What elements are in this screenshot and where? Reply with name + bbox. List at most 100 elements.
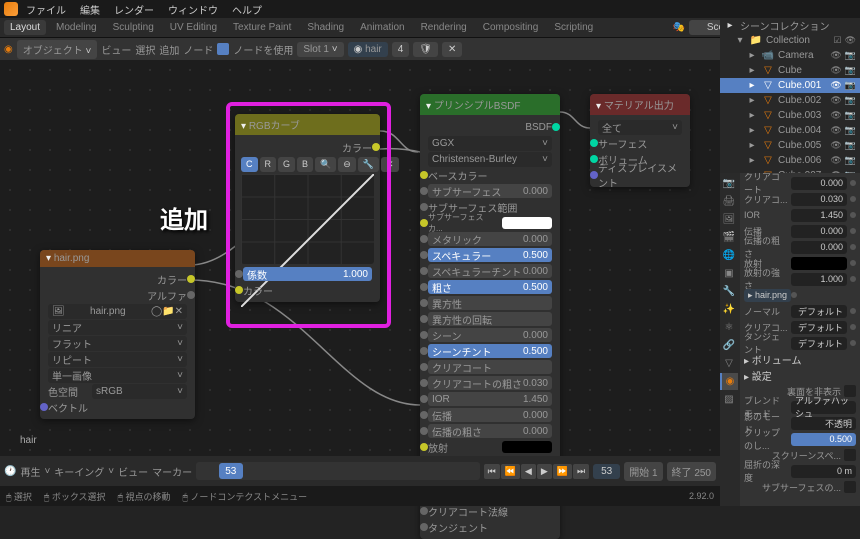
ptab-constraint[interactable]: 🔗 <box>720 337 738 354</box>
menu-window[interactable]: ウィンドウ <box>162 0 224 19</box>
bsdf-prop[interactable]: サブサーフェスカ... <box>424 215 556 231</box>
tab-layout[interactable]: Layout <box>4 20 46 35</box>
tab-animation[interactable]: Animation <box>354 20 410 35</box>
ptab-material[interactable]: ◉ <box>720 373 738 390</box>
mat-users[interactable]: 4 <box>392 42 410 57</box>
tab-modeling[interactable]: Modeling <box>50 20 103 35</box>
slot-dropdown[interactable]: Slot 1 ˅ <box>297 42 343 57</box>
proj-dropdown[interactable]: フラット˅ <box>48 336 187 351</box>
property-section[interactable]: ▸ 設定 <box>742 367 858 383</box>
ptab-world[interactable]: 🌐 <box>720 247 738 264</box>
property-row[interactable]: クリアコート 0.000 <box>742 175 858 191</box>
outliner-collection[interactable]: Collection <box>766 35 810 46</box>
ptab-physics[interactable]: ⚛ <box>720 319 738 336</box>
curve-tab-g[interactable]: G <box>278 157 295 172</box>
bsdf-prop[interactable]: 異方性 <box>424 295 556 311</box>
outliner-item[interactable]: ▸▽Cube.004👁📷 <box>720 123 860 138</box>
outliner-item[interactable]: ▸▽Cube👁📷 <box>720 63 860 78</box>
bsdf-prop[interactable]: シーン0.000 <box>424 327 556 343</box>
outliner-item[interactable]: ▸▽Cube.005👁📷 <box>720 138 860 153</box>
image-texture-node[interactable]: ▾ hair.png カラー アルファ 🖼 hair.png ◯📁✕ リニア˅ … <box>40 250 195 419</box>
property-section[interactable]: ▸ ボリューム <box>742 351 858 367</box>
ptab-output[interactable]: 🖨 <box>720 193 738 210</box>
bsdf-prop[interactable]: 伝播0.000 <box>424 407 556 423</box>
bsdf-prop[interactable]: IOR1.450 <box>424 391 556 407</box>
hdr-add[interactable]: 追加 <box>159 42 179 57</box>
material-output-node[interactable]: ▾ マテリアル出力 全て˅ サーフェス ボリューム ディスプレイスメント <box>590 94 690 187</box>
property-row[interactable]: 伝播の粗さ 0.000 <box>742 239 858 255</box>
bsdf-prop[interactable]: クリアコート <box>424 359 556 375</box>
ptab-mesh[interactable]: ▽ <box>720 355 738 372</box>
tl-view[interactable]: ビュー <box>118 464 148 479</box>
timeline-cursor[interactable]: 53 <box>219 463 243 479</box>
ptab-particle[interactable]: ✨ <box>720 301 738 318</box>
property-row[interactable]: タンジェント デフォルト <box>742 335 858 351</box>
use-nodes-checkbox[interactable] <box>217 43 229 55</box>
bsdf-prop[interactable]: 異方性の回転 <box>424 311 556 327</box>
tab-uv[interactable]: UV Editing <box>164 20 223 35</box>
colorspace-dropdown[interactable]: sRGB˅ <box>92 384 187 399</box>
node-header[interactable]: ▾ RGBカーブ <box>235 114 380 135</box>
tl-playback[interactable]: 再生 <box>20 464 40 479</box>
curve-tab-r[interactable]: R <box>260 157 277 172</box>
curve-tools-icon[interactable]: 🔧 <box>358 157 379 172</box>
node-header[interactable]: ▾ マテリアル出力 <box>590 94 690 115</box>
tab-scripting[interactable]: Scripting <box>548 20 599 35</box>
node-header[interactable]: ▾ プリンシプルBSDF <box>420 94 560 115</box>
sss-dropdown[interactable]: Christensen-Burley˅ <box>428 152 552 167</box>
timeline-track[interactable]: 53 <box>196 462 479 480</box>
fac-field[interactable]: 係数1.000 <box>243 267 372 281</box>
mode-dropdown[interactable]: オブジェクト ˅ <box>17 40 98 59</box>
node-header[interactable]: ▾ hair.png <box>40 250 195 267</box>
curve-tab-b[interactable]: B <box>297 157 313 172</box>
tl-marker[interactable]: マーカー <box>152 464 192 479</box>
start-frame-field[interactable]: 開始 1 <box>624 462 662 481</box>
tl-first-icon[interactable]: ⏮ <box>484 464 500 479</box>
distribution-dropdown[interactable]: GGX˅ <box>428 136 552 151</box>
curve-tab-c[interactable]: C <box>241 157 258 172</box>
tl-next-key-icon[interactable]: ⏩ <box>553 464 572 479</box>
tl-play-rev-icon[interactable]: ◀ <box>521 464 536 479</box>
setting-row[interactable]: 屈折の深度0 m <box>742 463 858 479</box>
menu-file[interactable]: ファイル <box>20 0 72 19</box>
bsdf-prop[interactable]: クリアコートの粗さ0.030 <box>424 375 556 391</box>
ptab-render[interactable]: 📷 <box>720 175 738 192</box>
curve-widget[interactable] <box>241 174 374 264</box>
bsdf-prop[interactable]: スペキュラー0.500 <box>424 247 556 263</box>
ptab-object[interactable]: ▣ <box>720 265 738 282</box>
end-frame-field[interactable]: 終了 250 <box>667 462 716 481</box>
bsdf-prop[interactable]: メタリック0.000 <box>424 231 556 247</box>
source-dropdown[interactable]: 単一画像˅ <box>48 368 187 383</box>
outliner-item[interactable]: ▸▽Cube.006👁📷 <box>720 153 860 168</box>
target-dropdown[interactable]: 全て˅ <box>598 120 682 135</box>
mat-unlink[interactable]: ✕ <box>442 42 462 57</box>
bsdf-prop[interactable]: タンジェント <box>424 519 556 535</box>
outliner-item[interactable]: ▸▽Cube.002👁📷 <box>720 93 860 108</box>
outliner-item[interactable]: ▸▽Cube.003👁📷 <box>720 108 860 123</box>
property-row[interactable]: ノーマル デフォルト <box>742 303 858 319</box>
ptab-texture[interactable]: ▨ <box>720 391 738 408</box>
property-row[interactable]: 放射の強さ 1.000 <box>742 271 858 287</box>
curve-zoom-out-icon[interactable]: ⊖ <box>338 157 356 172</box>
ext-dropdown[interactable]: リピート˅ <box>48 352 187 367</box>
bsdf-prop[interactable]: サブサーフェス0.000 <box>424 183 556 199</box>
interp-dropdown[interactable]: リニア˅ <box>48 320 187 335</box>
tl-last-icon[interactable]: ⏭ <box>573 464 589 479</box>
bsdf-prop[interactable]: 粗さ0.500 <box>424 279 556 295</box>
setting-row[interactable]: クリップのし...0.500 <box>742 431 858 447</box>
property-row[interactable]: IOR 1.450 <box>742 207 858 223</box>
property-row[interactable]: アルファ▸ hair.png <box>742 287 858 303</box>
bsdf-prop[interactable]: 放射 <box>424 439 556 455</box>
outliner-scene[interactable]: シーンコレクション <box>740 18 830 33</box>
property-row[interactable]: クリアコ... 0.030 <box>742 191 858 207</box>
rgb-curves-node[interactable]: ▾ RGBカーブ カラー C R G B 🔍 ⊖ 🔧 ✕ 係数1.000 カラー <box>235 114 380 302</box>
ptab-modifier[interactable]: 🔧 <box>720 283 738 300</box>
outliner-item[interactable]: ▸📹Camera👁📷 <box>720 48 860 63</box>
material-field[interactable]: ◉ hair <box>348 42 388 57</box>
tab-rendering[interactable]: Rendering <box>415 20 473 35</box>
tab-texpaint[interactable]: Texture Paint <box>227 20 297 35</box>
tab-shading[interactable]: Shading <box>301 20 350 35</box>
bsdf-prop[interactable]: スペキュラーチント0.000 <box>424 263 556 279</box>
hdr-node[interactable]: ノード <box>183 42 213 57</box>
node-editor[interactable]: ▾ hair.png カラー アルファ 🖼 hair.png ◯📁✕ リニア˅ … <box>0 60 720 456</box>
